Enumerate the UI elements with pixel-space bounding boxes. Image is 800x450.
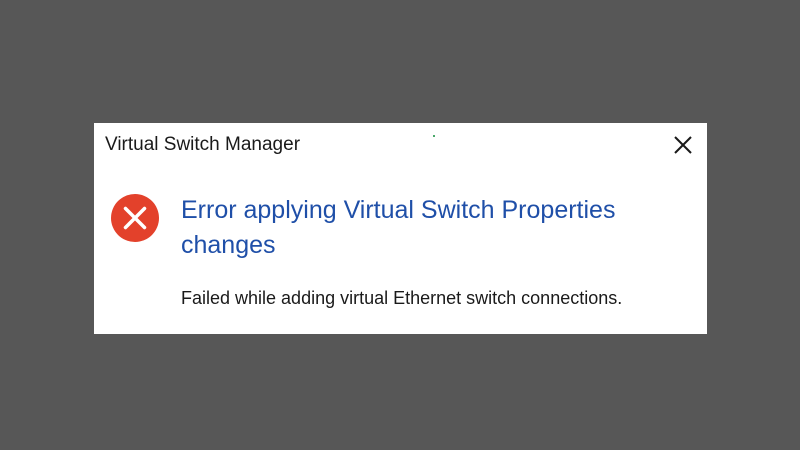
dialog-title: Virtual Switch Manager (105, 134, 301, 155)
error-message: Failed while adding virtual Ethernet swi… (181, 288, 623, 308)
error-dialog: Virtual Switch Manager Error applying Vi… (94, 123, 707, 334)
close-button[interactable] (669, 131, 697, 159)
error-heading: Error applying Virtual Switch Properties… (181, 196, 616, 259)
dialog-titlebar: Virtual Switch Manager (94, 123, 707, 167)
screen-backdrop: Virtual Switch Manager Error applying Vi… (0, 0, 800, 450)
titlebar-speck (433, 135, 435, 137)
error-icon (110, 193, 160, 243)
close-icon (674, 136, 692, 154)
